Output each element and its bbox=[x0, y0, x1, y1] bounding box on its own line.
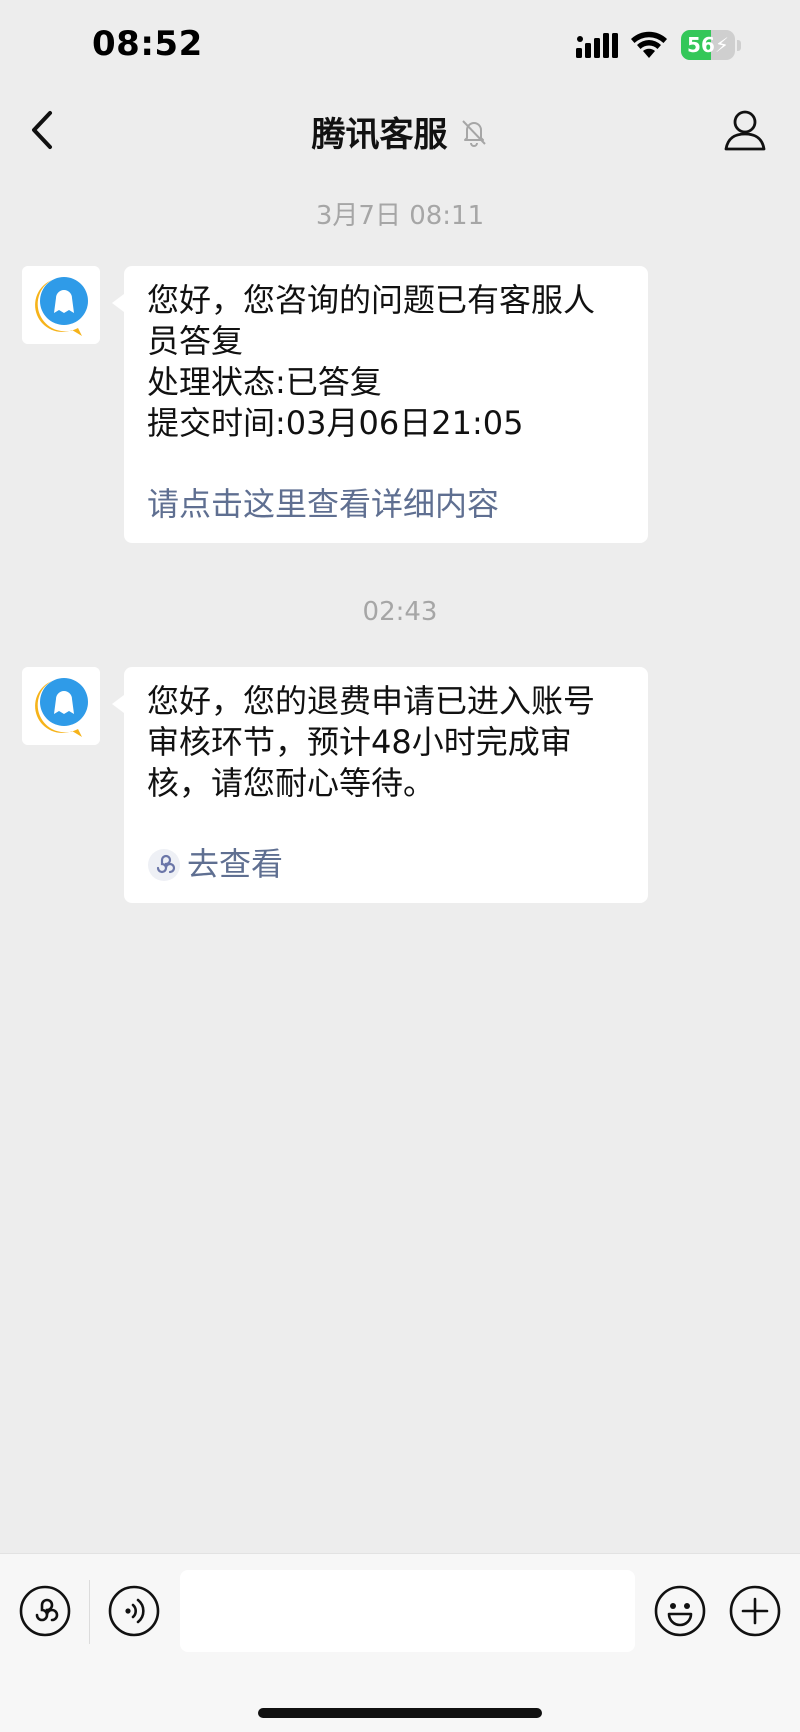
go-view-label[interactable]: 去查看 bbox=[187, 844, 283, 885]
chat-timestamp: 02:43 bbox=[362, 597, 438, 627]
message-text: 审核环节，预计48小时完成审 bbox=[147, 723, 572, 761]
message-input[interactable] bbox=[180, 1570, 635, 1652]
person-icon[interactable] bbox=[722, 107, 768, 153]
chat-timestamp: 3月7日 08:11 bbox=[315, 201, 485, 231]
bell-muted-icon bbox=[461, 119, 486, 147]
battery-level-text: 56⚡ bbox=[687, 33, 729, 57]
battery-charging-icon: 56⚡ bbox=[681, 30, 735, 60]
nav-title-wrap: 腾讯客服 bbox=[0, 107, 800, 156]
nav-bar: 腾讯客服 bbox=[0, 95, 800, 165]
home-indicator[interactable] bbox=[258, 1708, 542, 1718]
tencent-support-avatar[interactable] bbox=[22, 266, 100, 344]
mini-program-icon[interactable] bbox=[19, 1585, 71, 1637]
battery-cap bbox=[737, 40, 741, 51]
mini-program-icon bbox=[148, 848, 180, 881]
status-bar: 08:52 56⚡ bbox=[0, 0, 800, 95]
plus-icon[interactable] bbox=[729, 1585, 781, 1637]
message-text: 处理状态:已答复 bbox=[147, 363, 382, 401]
message-text: 提交时间:03月06日21:05 bbox=[147, 404, 524, 442]
tencent-support-avatar[interactable] bbox=[22, 667, 100, 745]
signal-icon bbox=[576, 33, 618, 58]
message-text: 您好，您咨询的问题已有客服人 bbox=[147, 281, 596, 319]
message-text: 核，请您耐心等待。 bbox=[147, 764, 436, 802]
chat-input-bar bbox=[0, 1553, 800, 1732]
voice-icon[interactable] bbox=[108, 1585, 160, 1637]
emoji-icon[interactable] bbox=[654, 1585, 706, 1637]
wifi-icon bbox=[631, 31, 667, 58]
message-text: 您好，您的退费申请已进入账号 bbox=[147, 682, 596, 720]
input-divider bbox=[89, 1580, 90, 1644]
status-time: 08:52 bbox=[92, 24, 203, 64]
message-text: 员答复 bbox=[147, 322, 244, 360]
message-bubble: 您好，您咨询的问题已有客服人 员答复 处理状态:已答复 提交时间:03月06日2… bbox=[112, 266, 648, 543]
go-view-link[interactable]: 去查看 bbox=[147, 844, 628, 885]
view-details-link[interactable]: 请点击这里查看详细内容 bbox=[147, 484, 628, 525]
message-bubble: 您好，您的退费申请已进入账号 审核环节，预计48小时完成审 核，请您耐心等待。 … bbox=[112, 667, 648, 903]
chat-title: 腾讯客服 bbox=[311, 115, 448, 155]
